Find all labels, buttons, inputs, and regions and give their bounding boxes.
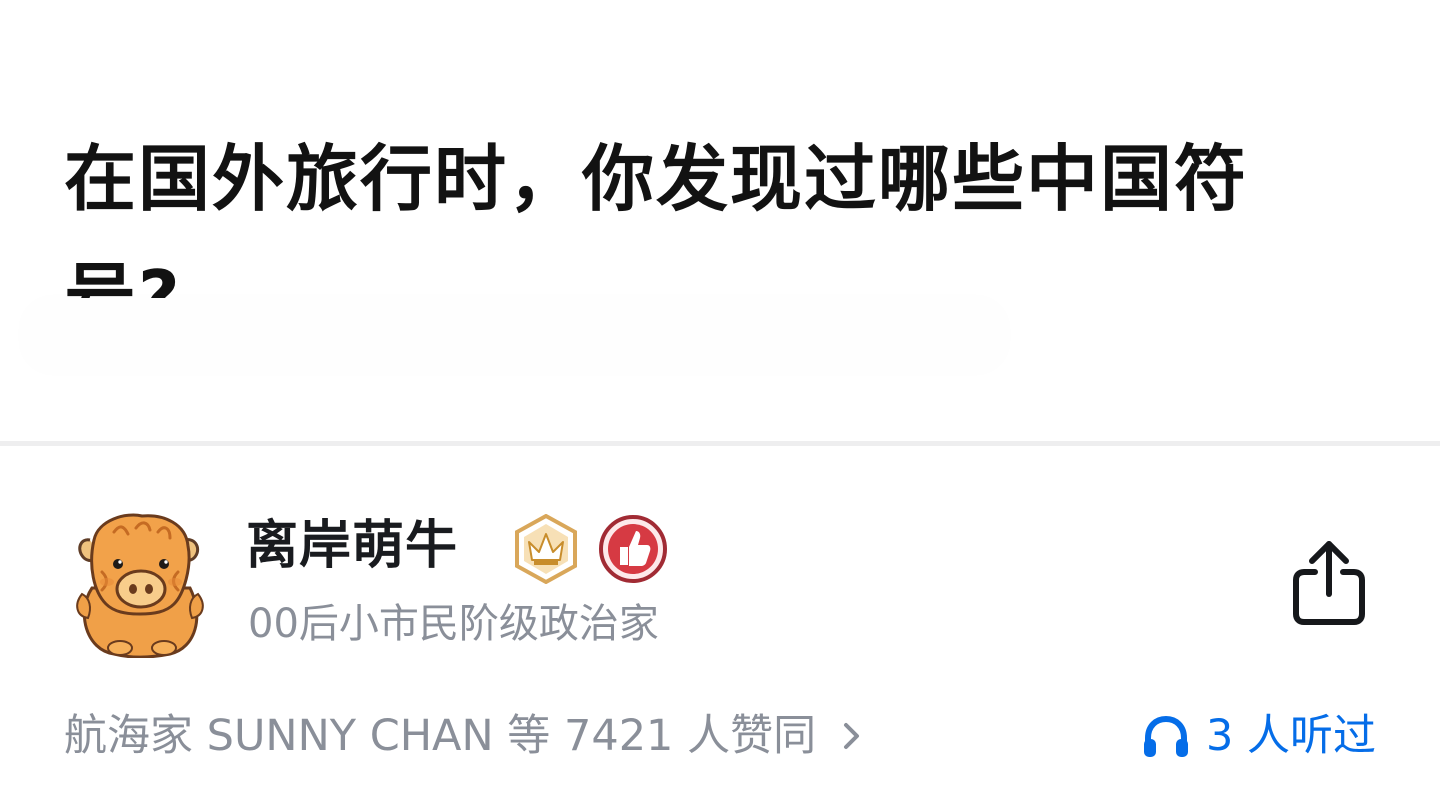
crown-badge-icon[interactable] bbox=[511, 513, 581, 585]
chevron-right-icon bbox=[844, 723, 860, 749]
share-icon bbox=[1293, 541, 1365, 625]
thumbs-up-badge-icon[interactable] bbox=[598, 514, 668, 584]
author-name[interactable]: 离岸萌牛 bbox=[246, 512, 458, 580]
headphone-icon bbox=[1143, 715, 1188, 757]
section-divider bbox=[0, 441, 1440, 446]
content-placeholder bbox=[22, 298, 1007, 372]
author-avatar[interactable] bbox=[72, 512, 208, 659]
listen-count-text: 3 人听过 bbox=[1205, 711, 1376, 761]
author-bio: 00后小市民阶级政治家 bbox=[248, 601, 659, 647]
share-button[interactable] bbox=[1288, 538, 1370, 628]
yak-avatar-icon bbox=[76, 513, 204, 659]
agree-summary-text: 航海家 SUNNY CHAN 等 7421 人赞同 bbox=[64, 711, 817, 761]
agree-summary-link[interactable]: 航海家 SUNNY CHAN 等 7421 人赞同 bbox=[64, 704, 866, 768]
answer-page: 在国外旅行时，你发现过哪些中国符号? bbox=[0, 0, 1440, 810]
listen-count-link[interactable]: 3 人听过 bbox=[1140, 704, 1376, 768]
